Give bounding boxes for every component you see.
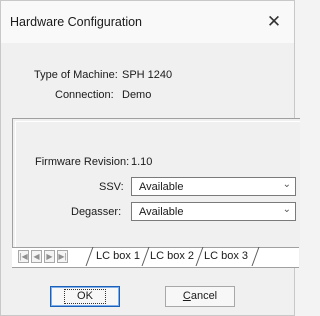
connection-label: Connection:	[55, 89, 114, 101]
degasser-select[interactable]: Available ⌄	[131, 202, 296, 221]
hardware-configuration-dialog: Hardware Configuration ✕ Type of Machine…	[0, 0, 300, 316]
cancel-button-label: ancel	[190, 290, 218, 302]
tab-lc-box-2[interactable]: LC box 2	[150, 248, 194, 265]
ssv-select[interactable]: Available ⌄	[131, 177, 296, 196]
ok-button[interactable]: OK	[50, 286, 120, 307]
machine-type-value: SPH 1240	[122, 69, 173, 81]
title-bar: Hardware Configuration ✕	[1, 1, 294, 43]
prev-icon[interactable]: ◀	[31, 250, 42, 263]
ssv-select-value: Available	[139, 181, 184, 193]
cancel-button[interactable]: Cancel	[165, 286, 235, 307]
connection-value: Demo	[122, 89, 152, 101]
firmware-value: 1.10	[131, 156, 153, 168]
ok-button-label: OK	[64, 289, 106, 304]
tab-lc-box-3[interactable]: LC box 3	[204, 248, 248, 265]
degasser-label: Degasser:	[71, 206, 122, 218]
chevron-down-icon: ⌄	[282, 179, 291, 190]
chevron-down-icon: ⌄	[282, 204, 291, 215]
window-title: Hardware Configuration	[10, 15, 143, 29]
first-icon[interactable]: |◀	[18, 250, 29, 263]
degasser-select-value: Available	[139, 206, 184, 218]
tab-lc-box-1[interactable]: LC box 1	[96, 248, 140, 265]
machine-type-label: Type of Machine:	[34, 69, 118, 81]
close-icon[interactable]: ✕	[264, 12, 284, 32]
next-icon[interactable]: ▶	[44, 250, 55, 263]
last-icon[interactable]: ▶|	[57, 250, 68, 263]
ssv-label: SSV:	[99, 181, 124, 193]
firmware-label: Firmware Revision:	[35, 156, 130, 168]
cancel-mnemonic: C	[182, 290, 191, 302]
